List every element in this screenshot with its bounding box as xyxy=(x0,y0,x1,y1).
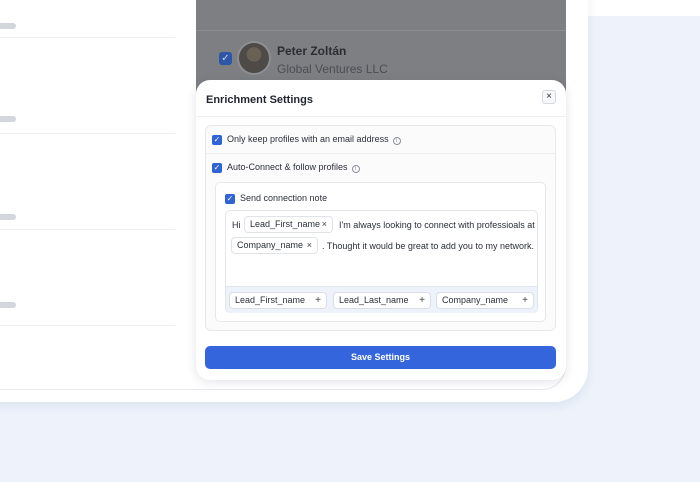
note-text: Hi xyxy=(232,220,241,230)
settings-panel: ✓ Only keep profiles with an email addre… xyxy=(205,125,556,331)
plus-icon: + xyxy=(419,295,425,306)
info-icon[interactable]: i xyxy=(351,165,360,173)
email-only-label: Only keep profiles with an email address… xyxy=(227,134,401,145)
enrichment-settings-modal: Enrichment Settings × ✓ Only keep profil… xyxy=(196,80,566,380)
variable-chip[interactable]: Company_name × xyxy=(231,237,318,254)
divider xyxy=(196,30,566,31)
note-text: I'm always looking to connect with profe… xyxy=(339,220,535,230)
placeholder-text xyxy=(0,302,16,308)
variable-chip[interactable]: Lead_First_name × xyxy=(244,216,333,233)
list-item[interactable] xyxy=(0,38,175,134)
variable-toolbar: Lead_First_name + Lead_Last_name + Compa… xyxy=(226,286,537,313)
list-item[interactable] xyxy=(0,0,175,38)
close-icon: × xyxy=(546,91,552,102)
option-auto-connect[interactable]: ✓ Auto-Connect & follow profiles i xyxy=(206,154,555,182)
auto-connect-label: Auto-Connect & follow profiles i xyxy=(227,162,360,173)
option-email-only[interactable]: ✓ Only keep profiles with an email addre… xyxy=(206,126,555,154)
variable-chip-label: Company_name xyxy=(237,240,304,250)
insert-variable-button[interactable]: Lead_First_name + xyxy=(229,292,327,309)
save-settings-button[interactable]: Save Settings xyxy=(205,346,556,369)
contact-company: Global Ventures LLC xyxy=(277,62,388,76)
send-note-label: Send connection note xyxy=(240,193,328,203)
placeholder-text xyxy=(0,23,16,29)
contact-checkbox[interactable]: ✓ xyxy=(219,52,232,65)
insert-variable-button[interactable]: Company_name + xyxy=(436,292,534,309)
note-text: . Thought it would be great to add you t… xyxy=(322,241,534,251)
close-button[interactable]: × xyxy=(542,90,556,104)
contact-name: Peter Zoltán xyxy=(277,44,347,58)
remove-chip-icon[interactable]: × xyxy=(322,217,327,232)
send-note-checkbox[interactable]: ✓ xyxy=(225,194,235,204)
insert-variable-label: Lead_Last_name xyxy=(339,295,409,305)
email-only-checkbox[interactable]: ✓ xyxy=(212,135,222,145)
note-editor[interactable]: Hi Lead_First_name × I'm always looking … xyxy=(225,210,538,313)
avatar xyxy=(237,41,271,75)
plus-icon: + xyxy=(315,295,321,306)
divider xyxy=(196,116,566,117)
info-icon[interactable]: i xyxy=(392,137,401,145)
plus-icon: + xyxy=(522,295,528,306)
insert-variable-label: Company_name xyxy=(442,295,509,305)
connection-note-panel: ✓ Send connection note Hi Lead_First_nam… xyxy=(215,182,546,322)
auto-connect-checkbox[interactable]: ✓ xyxy=(212,163,222,173)
list-item[interactable] xyxy=(0,134,175,230)
variable-chip-label: Lead_First_name xyxy=(250,219,321,229)
insert-variable-label: Lead_First_name xyxy=(235,295,306,305)
modal-title: Enrichment Settings xyxy=(206,94,313,106)
placeholder-text xyxy=(0,214,16,220)
remove-chip-icon[interactable]: × xyxy=(307,238,312,253)
insert-variable-button[interactable]: Lead_Last_name + xyxy=(333,292,431,309)
placeholder-text xyxy=(0,116,16,122)
list-item[interactable] xyxy=(0,230,175,326)
